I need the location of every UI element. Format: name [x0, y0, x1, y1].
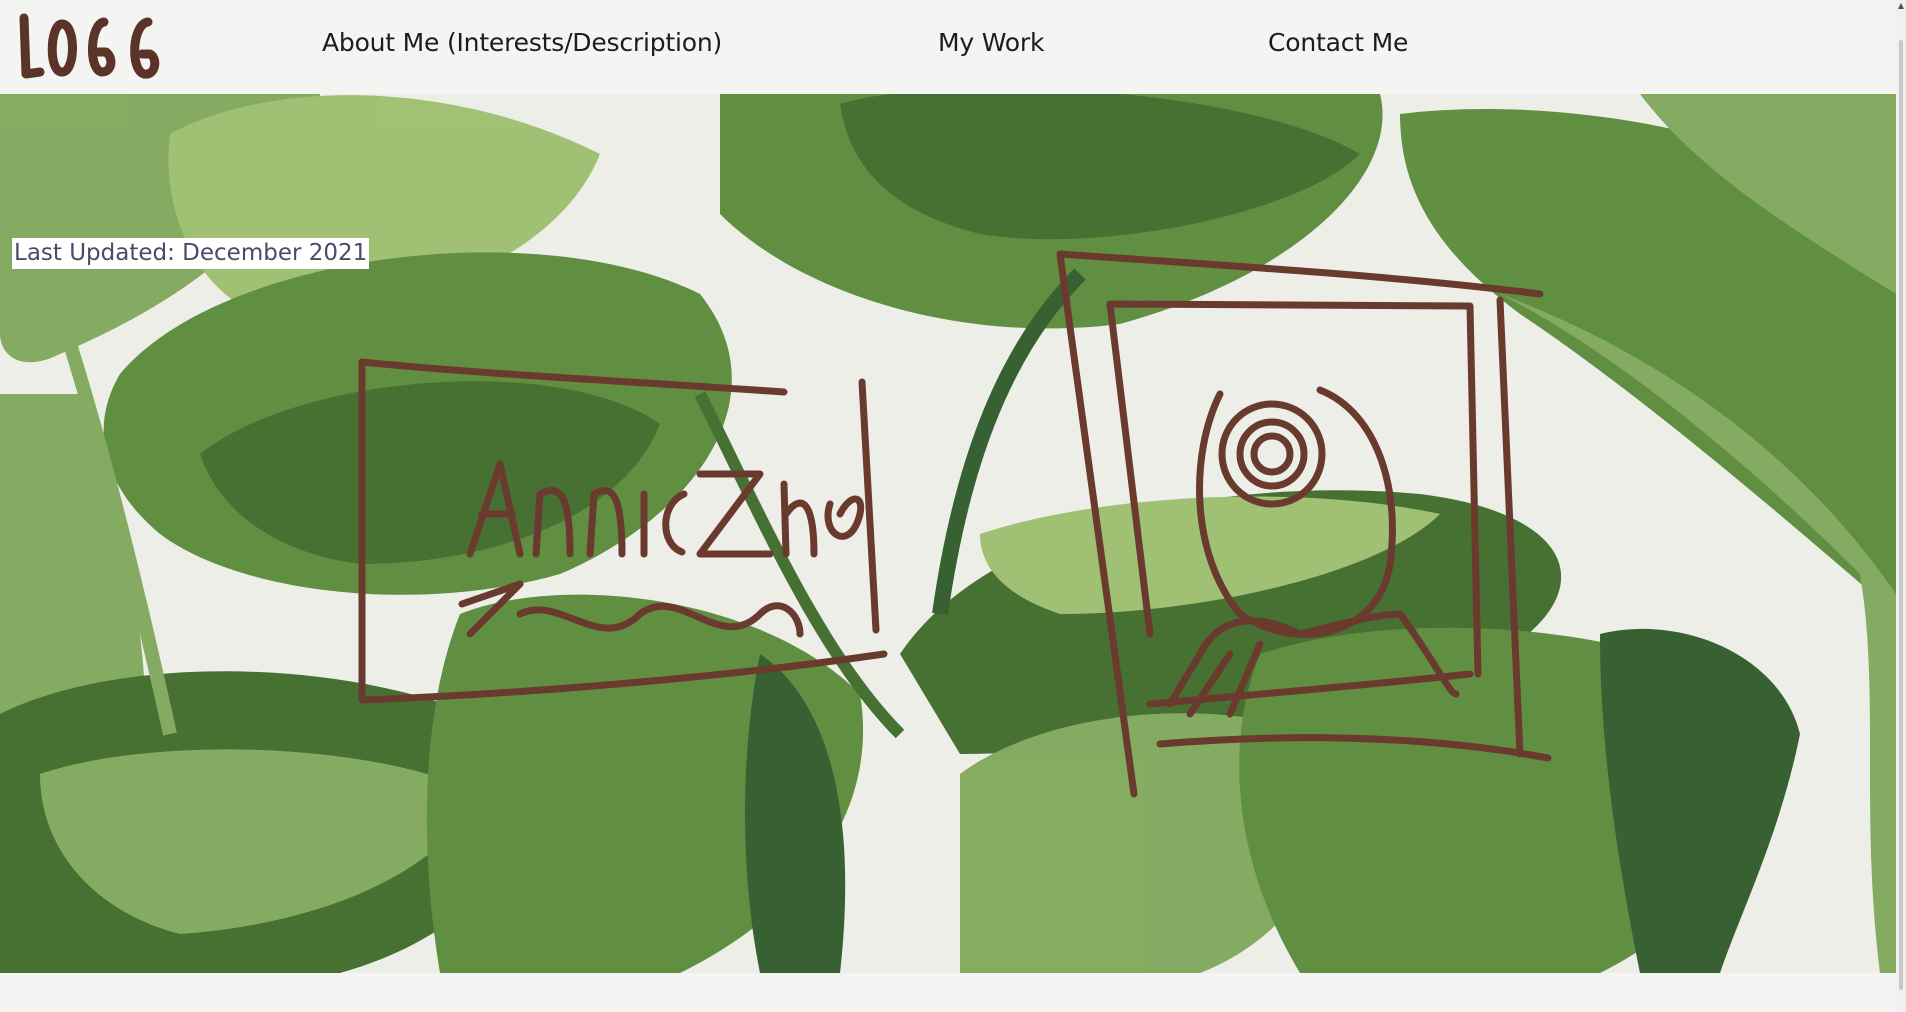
leaf-background-illustration [0, 94, 1896, 973]
nav-about-me-link[interactable]: About Me (Interests/Description) [322, 28, 722, 57]
footer-strip [0, 973, 1896, 1012]
hero-banner: Last Updated: December 2021 [0, 94, 1896, 973]
nav-contact-me-link[interactable]: Contact Me [1268, 28, 1408, 57]
last-updated-text: Last Updated: December 2021 [12, 238, 370, 269]
logo[interactable] [10, 6, 160, 86]
scroll-up-arrow-icon[interactable]: ▲ [1896, 0, 1906, 12]
scrollbar[interactable]: ▲ [1896, 0, 1906, 1012]
nav-my-work-link[interactable]: My Work [938, 28, 1044, 57]
scroll-thumb[interactable] [1899, 40, 1903, 990]
top-nav: About Me (Interests/Description) My Work… [0, 0, 1896, 94]
